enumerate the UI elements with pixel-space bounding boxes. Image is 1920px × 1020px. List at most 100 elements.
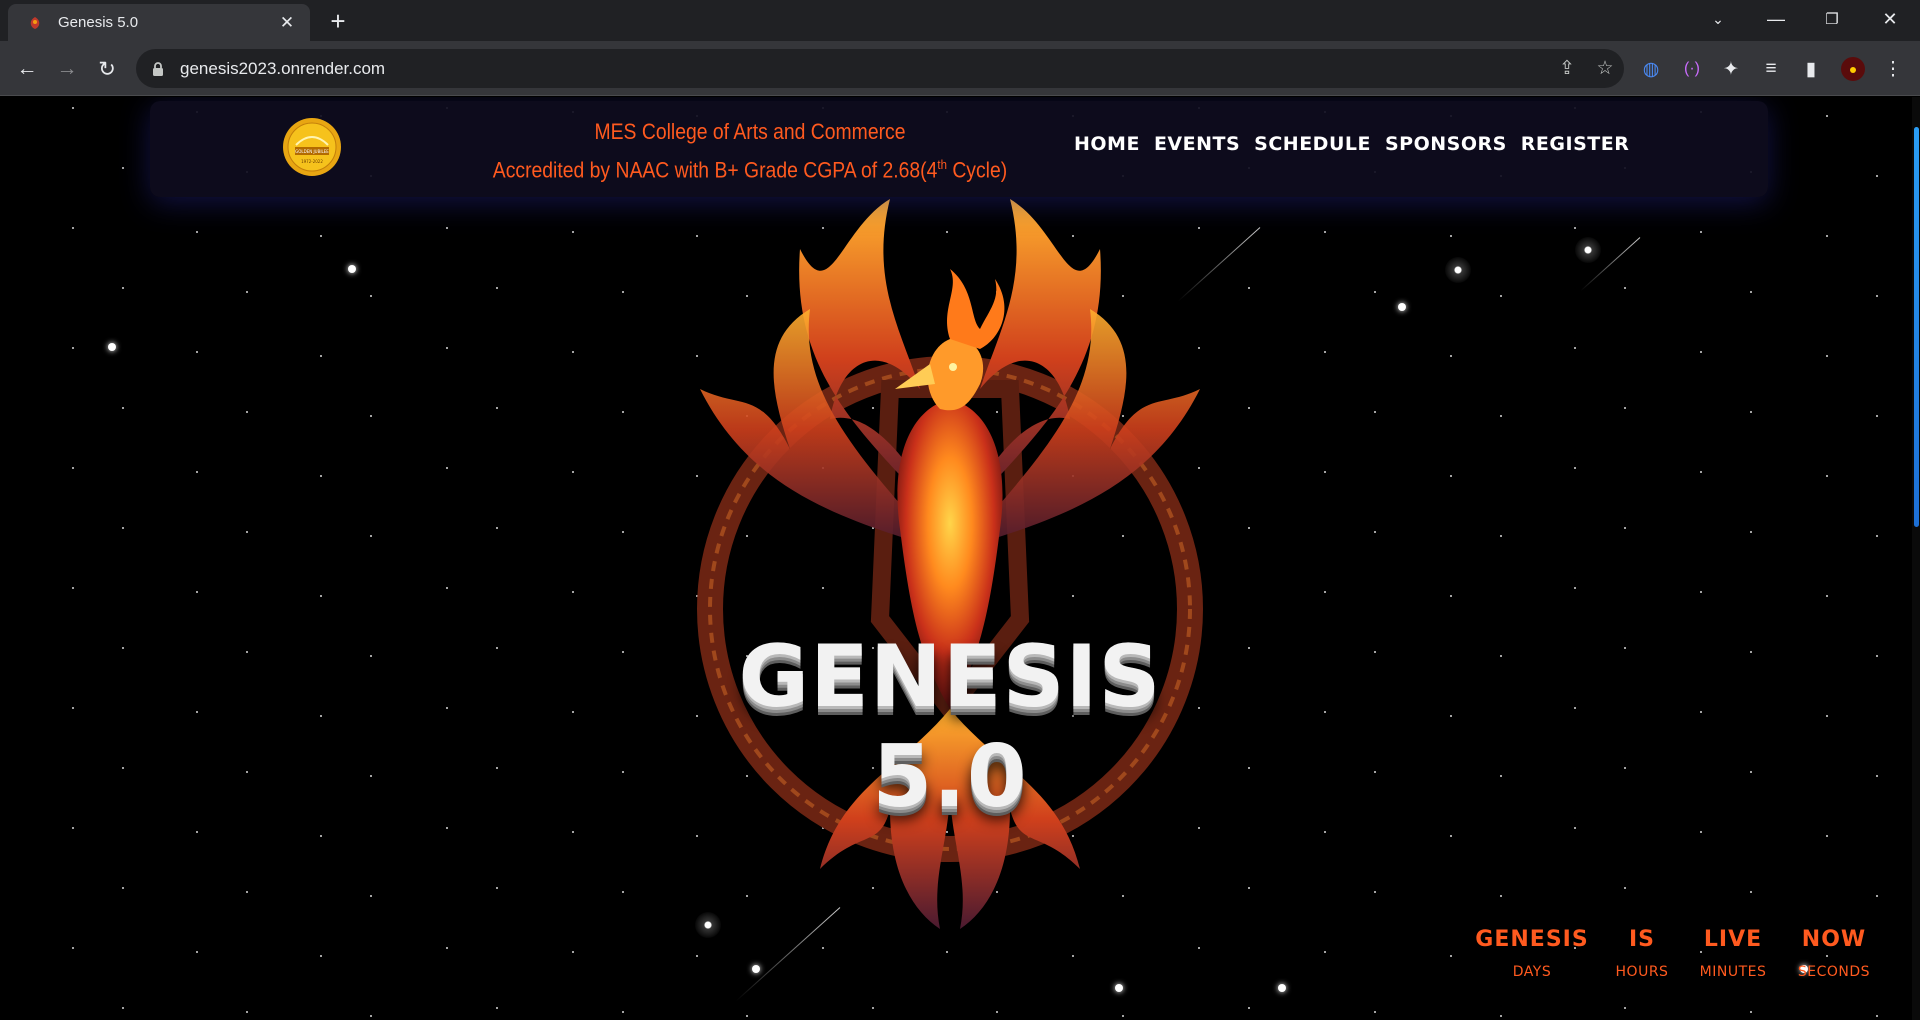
- share-icon[interactable]: ⇪: [1548, 54, 1586, 84]
- countdown-hours: IS HOURS: [1615, 927, 1669, 980]
- star: [1750, 531, 1752, 533]
- star: [370, 1015, 372, 1017]
- url-text[interactable]: genesis2023.onrender.com: [180, 59, 1548, 79]
- address-bar[interactable]: genesis2023.onrender.com ⇪ ☆: [136, 49, 1624, 88]
- college-logo[interactable]: GOLDEN JUBILEE 1972-2022: [282, 117, 342, 177]
- star: [1324, 471, 1326, 473]
- back-icon[interactable]: ←: [12, 54, 42, 84]
- star: [72, 707, 74, 709]
- star: [72, 587, 74, 589]
- star: [122, 167, 124, 169]
- star: [1826, 595, 1828, 597]
- bookmark-star-icon[interactable]: ☆: [1586, 54, 1624, 84]
- countdown-days: GENESIS DAYS: [1475, 927, 1589, 980]
- star: [1826, 235, 1828, 237]
- star: [370, 655, 372, 657]
- star: [196, 591, 198, 593]
- star: [1624, 887, 1626, 889]
- star: [1450, 475, 1452, 477]
- bright-star: [1398, 303, 1406, 311]
- countdown-seconds: NOW SECONDS: [1797, 927, 1871, 980]
- tab-search-icon[interactable]: ⌄: [1690, 0, 1746, 38]
- star: [1374, 291, 1376, 293]
- college-info: MES College of Arts and Commerce Accredi…: [486, 115, 1014, 186]
- extension-sync-icon[interactable]: ◍: [1636, 54, 1666, 84]
- star: [1624, 407, 1626, 409]
- new-tab-button[interactable]: +: [324, 7, 352, 35]
- star: [1500, 895, 1502, 897]
- star: [1750, 411, 1752, 413]
- star: [1876, 775, 1878, 777]
- hero-title: GENESIS 5.0: [738, 627, 1162, 827]
- star: [246, 291, 248, 293]
- browser-toolbar: ← → ↻ genesis2023.onrender.com ⇪ ☆ ◍ (·)…: [0, 41, 1920, 96]
- main-nav: HOME EVENTS SCHEDULE SPONSORS REGISTER: [1074, 133, 1629, 155]
- restore-icon[interactable]: ❐: [1804, 0, 1860, 38]
- nav-events[interactable]: EVENTS: [1154, 133, 1240, 155]
- star: [196, 831, 198, 833]
- star: [196, 351, 198, 353]
- tab-title: Genesis 5.0: [58, 14, 139, 31]
- star: [446, 947, 448, 949]
- browser-menu-icon[interactable]: ⋮: [1878, 54, 1908, 84]
- star: [122, 527, 124, 529]
- glowing-star: [1575, 237, 1601, 263]
- star: [320, 475, 322, 477]
- star: [246, 531, 248, 533]
- star: [1876, 175, 1878, 177]
- star: [496, 1007, 498, 1009]
- page-scrollbar[interactable]: [1912, 97, 1920, 1020]
- extension-cast-icon[interactable]: (·): [1677, 54, 1707, 84]
- nav-sponsors[interactable]: SPONSORS: [1385, 133, 1507, 155]
- star: [496, 647, 498, 649]
- star: [320, 955, 322, 957]
- star: [370, 535, 372, 537]
- star: [72, 467, 74, 469]
- close-tab-icon[interactable]: ✕: [276, 13, 298, 33]
- star: [572, 711, 574, 713]
- bright-star: [348, 265, 356, 273]
- nav-home[interactable]: HOME: [1074, 133, 1140, 155]
- star: [196, 951, 198, 953]
- lock-icon[interactable]: [152, 61, 166, 77]
- browser-tab[interactable]: Genesis 5.0 ✕: [8, 4, 310, 41]
- forward-icon[interactable]: →: [52, 54, 82, 84]
- star: [122, 887, 124, 889]
- star: [446, 227, 448, 229]
- nav-register[interactable]: REGISTER: [1521, 133, 1630, 155]
- star: [622, 651, 624, 653]
- star: [1450, 355, 1452, 357]
- star: [1876, 895, 1878, 897]
- star: [1624, 527, 1626, 529]
- minimize-icon[interactable]: —: [1748, 0, 1804, 38]
- nav-schedule[interactable]: SCHEDULE: [1254, 133, 1371, 155]
- star: [446, 707, 448, 709]
- star: [1826, 355, 1828, 357]
- star: [1574, 707, 1576, 709]
- media-control-icon[interactable]: ≡: [1756, 54, 1786, 84]
- extensions-puzzle-icon[interactable]: ✦: [1716, 54, 1746, 84]
- star: [496, 527, 498, 529]
- star: [320, 595, 322, 597]
- scrollbar-thumb[interactable]: [1914, 127, 1919, 527]
- star: [246, 411, 248, 413]
- close-window-icon[interactable]: ✕: [1862, 0, 1918, 38]
- star: [1700, 231, 1702, 233]
- star: [622, 891, 624, 893]
- star: [196, 471, 198, 473]
- star: [1450, 715, 1452, 717]
- star: [196, 711, 198, 713]
- star: [496, 767, 498, 769]
- reload-icon[interactable]: ↻: [92, 54, 122, 84]
- star: [1198, 947, 1200, 949]
- star: [822, 947, 824, 949]
- star: [370, 775, 372, 777]
- side-panel-icon[interactable]: ▮: [1796, 54, 1826, 84]
- star: [1876, 535, 1878, 537]
- star: [1072, 955, 1074, 957]
- star: [1876, 415, 1878, 417]
- star: [622, 531, 624, 533]
- star: [1324, 231, 1326, 233]
- profile-avatar[interactable]: [1838, 54, 1868, 84]
- star: [946, 951, 948, 953]
